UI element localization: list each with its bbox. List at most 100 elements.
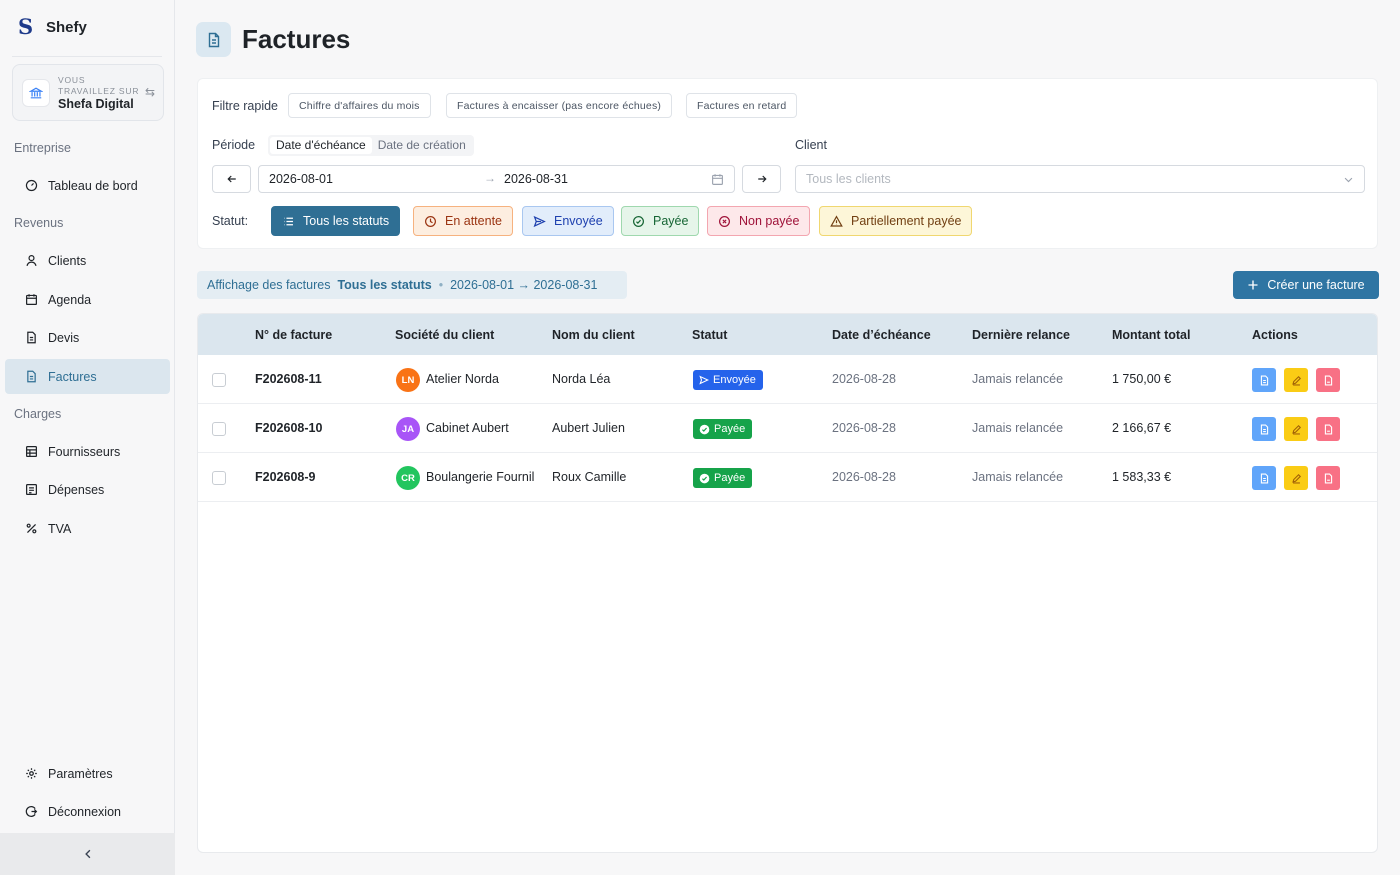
invoice-page-icon: [196, 22, 231, 57]
column-header-due-date[interactable]: Date d’échéance: [832, 328, 931, 342]
column-header-actions: Actions: [1252, 328, 1298, 342]
column-header-last-reminder[interactable]: Dernière relance: [972, 328, 1070, 342]
view-invoice-button[interactable]: [1252, 466, 1276, 490]
client-label: Client: [795, 138, 827, 152]
status-filter-all[interactable]: Tous les statuts: [271, 206, 401, 236]
status-filter-label: Payée: [653, 214, 689, 228]
due-date: 2026-08-28: [832, 421, 896, 435]
sidebar-item-deconnexion[interactable]: Déconnexion: [5, 794, 170, 829]
pdf-icon: [1324, 374, 1332, 386]
sidebar-item-fournisseurs[interactable]: Fournisseurs: [5, 434, 170, 469]
status-filter-pending[interactable]: En attente: [413, 206, 513, 236]
list-icon: [284, 217, 293, 225]
status-filter-label: Tous les statuts: [303, 214, 390, 228]
sidebar-section-charges: Charges: [14, 407, 62, 421]
store-icon: [26, 446, 37, 457]
sidebar-item-label: Agenda: [48, 292, 92, 307]
sidebar-item-label: TVA: [48, 521, 72, 536]
calendar-icon: [26, 294, 37, 305]
column-header-status[interactable]: Statut: [692, 328, 727, 342]
quick-filter-revenue-month[interactable]: Chiffre d'affaires du mois: [288, 93, 431, 118]
total-amount: 1 583,33 €: [1112, 470, 1172, 484]
invoice-number[interactable]: F202608-11: [255, 372, 322, 386]
row-checkbox[interactable]: [212, 373, 226, 387]
last-reminder: Jamais relancée: [972, 470, 1064, 484]
check-circle-icon: [699, 473, 710, 483]
pencil-icon: [1291, 473, 1301, 484]
edit-invoice-button[interactable]: [1284, 417, 1308, 441]
total-amount: 1 750,00 €: [1112, 372, 1172, 386]
table-row[interactable]: F202608-9 CR Boulangerie Fournil Roux Ca…: [198, 453, 1377, 502]
invoice-number[interactable]: F202608-9: [255, 470, 315, 484]
pencil-icon: [1291, 375, 1301, 386]
status-badge-label: Payée: [714, 423, 746, 435]
sidebar-item-clients[interactable]: Clients: [5, 243, 170, 278]
period-option-creation-date[interactable]: Date de création: [372, 137, 472, 154]
workspace-switcher[interactable]: Vous travaillez sur Shefa Digital ⇆: [12, 64, 164, 121]
download-pdf-button[interactable]: [1316, 368, 1340, 392]
column-header-company[interactable]: Société du client: [395, 328, 494, 342]
sidebar-item-tva[interactable]: TVA: [5, 511, 170, 546]
collapse-sidebar-button[interactable]: [0, 833, 175, 875]
table-row[interactable]: F202608-11 LN Atelier Norda Norda Léa En…: [198, 355, 1377, 404]
pdf-icon: [1324, 423, 1332, 435]
document-icon: [1260, 374, 1268, 386]
sidebar-item-parametres[interactable]: Paramètres: [5, 756, 170, 791]
next-period-button[interactable]: [742, 165, 781, 193]
quick-filter-overdue[interactable]: Factures en retard: [686, 93, 798, 118]
sidebar-item-devis[interactable]: Devis: [5, 320, 170, 355]
bank-icon: [22, 79, 50, 107]
create-invoice-button[interactable]: Créer une facture: [1233, 271, 1379, 299]
chevron-left-icon: [84, 849, 90, 859]
divider: [12, 56, 162, 57]
send-icon: [533, 215, 546, 227]
sidebar: S Shefy Vous travaillez sur Shefa Digita…: [0, 0, 175, 875]
column-header-total[interactable]: Montant total: [1112, 328, 1190, 342]
sidebar-section-revenus: Revenus: [14, 216, 64, 230]
status-filter-unpaid[interactable]: Non payée: [707, 206, 811, 236]
quick-filter-to-collect[interactable]: Factures à encaisser (pas encore échues): [446, 93, 673, 118]
document-icon: [27, 331, 36, 344]
view-invoice-button[interactable]: [1252, 368, 1276, 392]
sidebar-item-depenses[interactable]: Dépenses: [5, 472, 170, 507]
workspace-label: Vous travaillez sur: [58, 75, 140, 96]
workspace-name: Shefa Digital: [58, 97, 134, 111]
create-invoice-label: Créer une facture: [1267, 278, 1365, 292]
warning-icon: [830, 214, 843, 227]
status-filter-label: Partiellement payée: [851, 214, 962, 228]
status-filter-sent[interactable]: Envoyée: [522, 206, 614, 236]
period-option-due-date[interactable]: Date d'échéance: [270, 137, 372, 154]
status-filter-paid[interactable]: Payée: [621, 206, 700, 236]
row-checkbox[interactable]: [212, 422, 226, 436]
date-range-picker[interactable]: 2026-08-01 → 2026-08-31: [258, 165, 735, 193]
sidebar-item-agenda[interactable]: Agenda: [5, 282, 170, 317]
row-checkbox[interactable]: [212, 471, 226, 485]
sidebar-item-tableau-de-bord[interactable]: Tableau de bord: [5, 168, 170, 203]
column-header-client[interactable]: Nom du client: [552, 328, 635, 342]
download-pdf-button[interactable]: [1316, 466, 1340, 490]
view-invoice-button[interactable]: [1252, 417, 1276, 441]
status-filter-partial[interactable]: Partiellement payée: [819, 206, 973, 236]
results-summary: Affichage des factures Tous les statuts …: [197, 271, 627, 299]
range-arrow-icon: →: [484, 171, 496, 185]
client-select[interactable]: Tous les clients: [795, 165, 1365, 193]
quick-filter-label: Filtre rapide: [212, 99, 278, 113]
brand[interactable]: S Shefy: [18, 16, 87, 38]
page-title: Factures: [242, 24, 351, 54]
status-label: Statut:: [212, 214, 249, 228]
download-pdf-button[interactable]: [1316, 417, 1340, 441]
invoice-number[interactable]: F202608-10: [255, 421, 322, 435]
brand-name: Shefy: [46, 18, 87, 36]
summary-separator: •: [438, 278, 444, 292]
column-header-number[interactable]: N° de facture: [255, 328, 332, 342]
previous-period-button[interactable]: [212, 165, 251, 193]
send-icon: [699, 375, 709, 385]
swap-icon[interactable]: ⇆: [145, 85, 155, 99]
shefy-logo-icon: S: [18, 14, 34, 39]
filters-panel: Filtre rapide Chiffre d'affaires du mois…: [197, 78, 1378, 249]
edit-invoice-button[interactable]: [1284, 466, 1308, 490]
sidebar-item-factures[interactable]: Factures: [5, 359, 170, 394]
edit-invoice-button[interactable]: [1284, 368, 1308, 392]
table-header: N° de facture Société du client Nom du c…: [198, 314, 1377, 355]
table-row[interactable]: F202608-10 JA Cabinet Aubert Aubert Juli…: [198, 404, 1377, 453]
